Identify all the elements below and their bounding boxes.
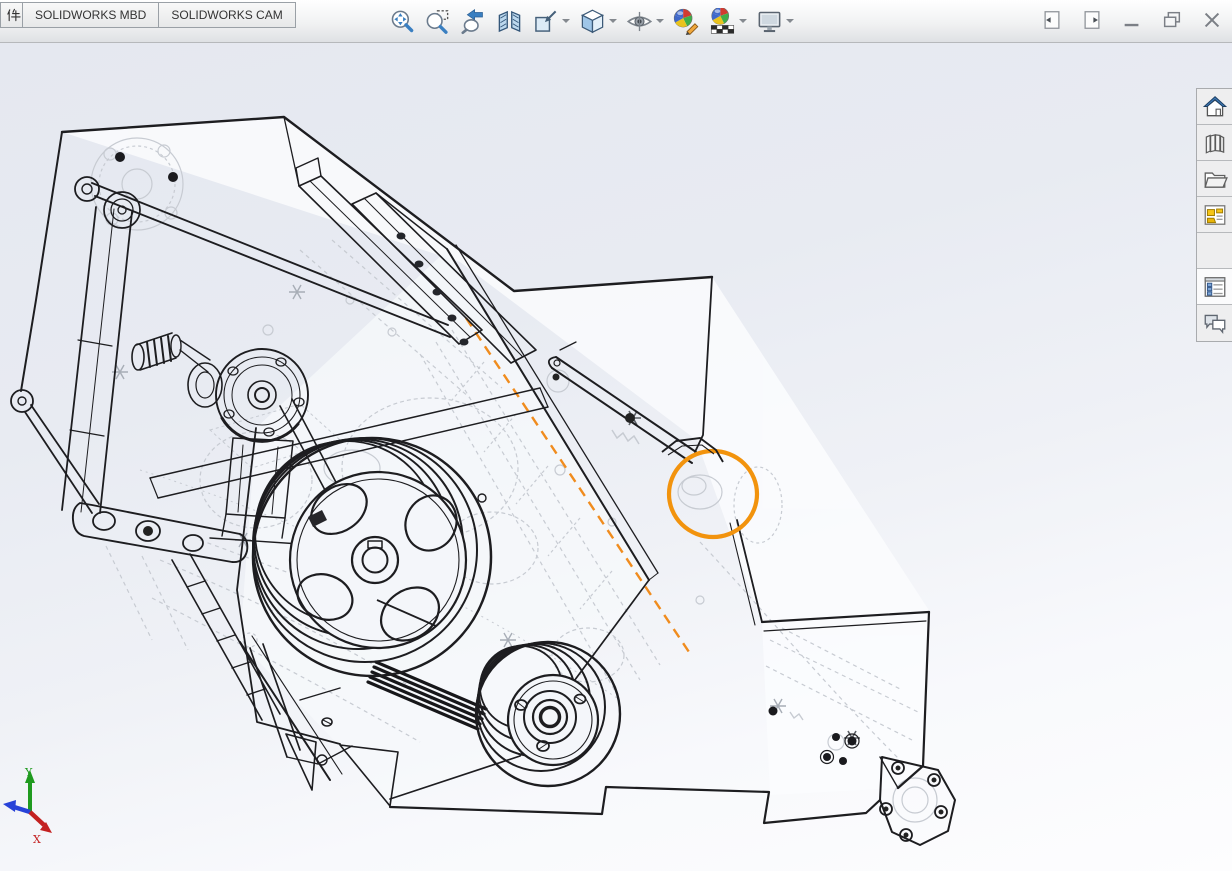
view-orientation-group [530, 5, 571, 37]
ball-checker-icon [709, 8, 736, 35]
view-settings-dropdown[interactable] [784, 5, 795, 37]
pane-right-icon [1081, 9, 1103, 31]
graphics-area[interactable] [0, 42, 1232, 871]
minimize-icon [1121, 9, 1143, 31]
hide-show-items-dropdown[interactable] [654, 5, 665, 37]
apply-scene-group [707, 5, 748, 37]
section-view-icon [496, 8, 523, 35]
display-style-icon [579, 8, 606, 35]
task-pane-tab-solidworks-resources[interactable] [1197, 89, 1232, 125]
close-icon [1201, 9, 1223, 31]
previous-view-group [458, 5, 488, 37]
task-pane-tab-view-palette[interactable] [1197, 197, 1232, 233]
section-view-button[interactable] [494, 5, 524, 37]
tab-label: SOLIDWORKS CAM [171, 8, 283, 22]
view-settings-button[interactable] [754, 5, 784, 37]
restore-icon [1161, 9, 1183, 31]
previous-view-icon [460, 8, 487, 35]
window-controls [1040, 8, 1224, 32]
view-orientation-button[interactable] [530, 5, 560, 37]
ball-pencil-icon [673, 8, 700, 35]
zoom-to-fit-button[interactable] [386, 5, 416, 37]
cjk-character-glyph [6, 7, 21, 23]
apply-scene-dropdown[interactable] [737, 5, 748, 37]
task-pane-tab-custom-properties[interactable] [1197, 269, 1232, 305]
edit-appearance-button[interactable] [671, 5, 701, 37]
task-pane-tab-appearances-scenes[interactable] [1197, 233, 1232, 269]
view-orientation-icon [532, 8, 559, 35]
section-view-group [494, 5, 524, 37]
design-library-icon [1202, 130, 1228, 156]
task-pane-tab-solidworks-forum[interactable] [1197, 305, 1232, 341]
zoom-to-area-button[interactable] [422, 5, 452, 37]
tab-solidworks-cam[interactable]: SOLIDWORKS CAM [158, 2, 296, 28]
hide-show-items-group [624, 5, 665, 37]
hide-show-items-button[interactable] [624, 5, 654, 37]
task-pane-tab-file-explorer[interactable] [1197, 161, 1232, 197]
task-pane-tabs [1196, 88, 1232, 342]
pane-left-icon [1041, 9, 1063, 31]
zoom-to-fit-group [386, 5, 416, 37]
collapse-left-pane-button[interactable] [1040, 8, 1064, 32]
view-orientation-dropdown[interactable] [560, 5, 571, 37]
zoom-to-area-group [422, 5, 452, 37]
tab-partial[interactable]: 件 [0, 2, 23, 28]
file-explorer-icon [1202, 166, 1228, 192]
heads-up-toolbar [386, 3, 795, 39]
display-style-button[interactable] [577, 5, 607, 37]
restore-button[interactable] [1160, 8, 1184, 32]
eye-icon [626, 8, 653, 35]
collapse-right-pane-button[interactable] [1080, 8, 1104, 32]
zoom-fit-icon [388, 8, 415, 35]
apply-scene-button[interactable] [707, 5, 737, 37]
edit-appearance-group [671, 5, 701, 37]
view-palette-icon [1202, 202, 1228, 228]
forum-icon [1202, 310, 1228, 336]
minimize-button[interactable] [1120, 8, 1144, 32]
display-style-dropdown[interactable] [607, 5, 618, 37]
custom-properties-icon [1202, 274, 1228, 300]
task-pane-tab-design-library[interactable] [1197, 125, 1232, 161]
solidworks-window: Y X 件SOLIDWORKS MBDSOLIDWORKS CAM [0, 0, 1232, 871]
view-settings-group [754, 5, 795, 37]
home-icon [1202, 94, 1228, 120]
top-bar: 件 SOLIDWORKS MBD SOLIDWORKS CAM [0, 0, 1232, 43]
close-button[interactable] [1200, 8, 1224, 32]
tab-label: SOLIDWORKS MBD [35, 8, 147, 22]
zoom-area-icon [424, 8, 451, 35]
previous-view-button[interactable] [458, 5, 488, 37]
appearances-icon [1202, 238, 1228, 264]
commandmanager-tabs: 件 SOLIDWORKS MBD SOLIDWORKS CAM [0, 2, 296, 28]
display-style-group [577, 5, 618, 37]
tab-solidworks-mbd[interactable]: SOLIDWORKS MBD [22, 2, 160, 28]
monitor-icon [756, 8, 783, 35]
